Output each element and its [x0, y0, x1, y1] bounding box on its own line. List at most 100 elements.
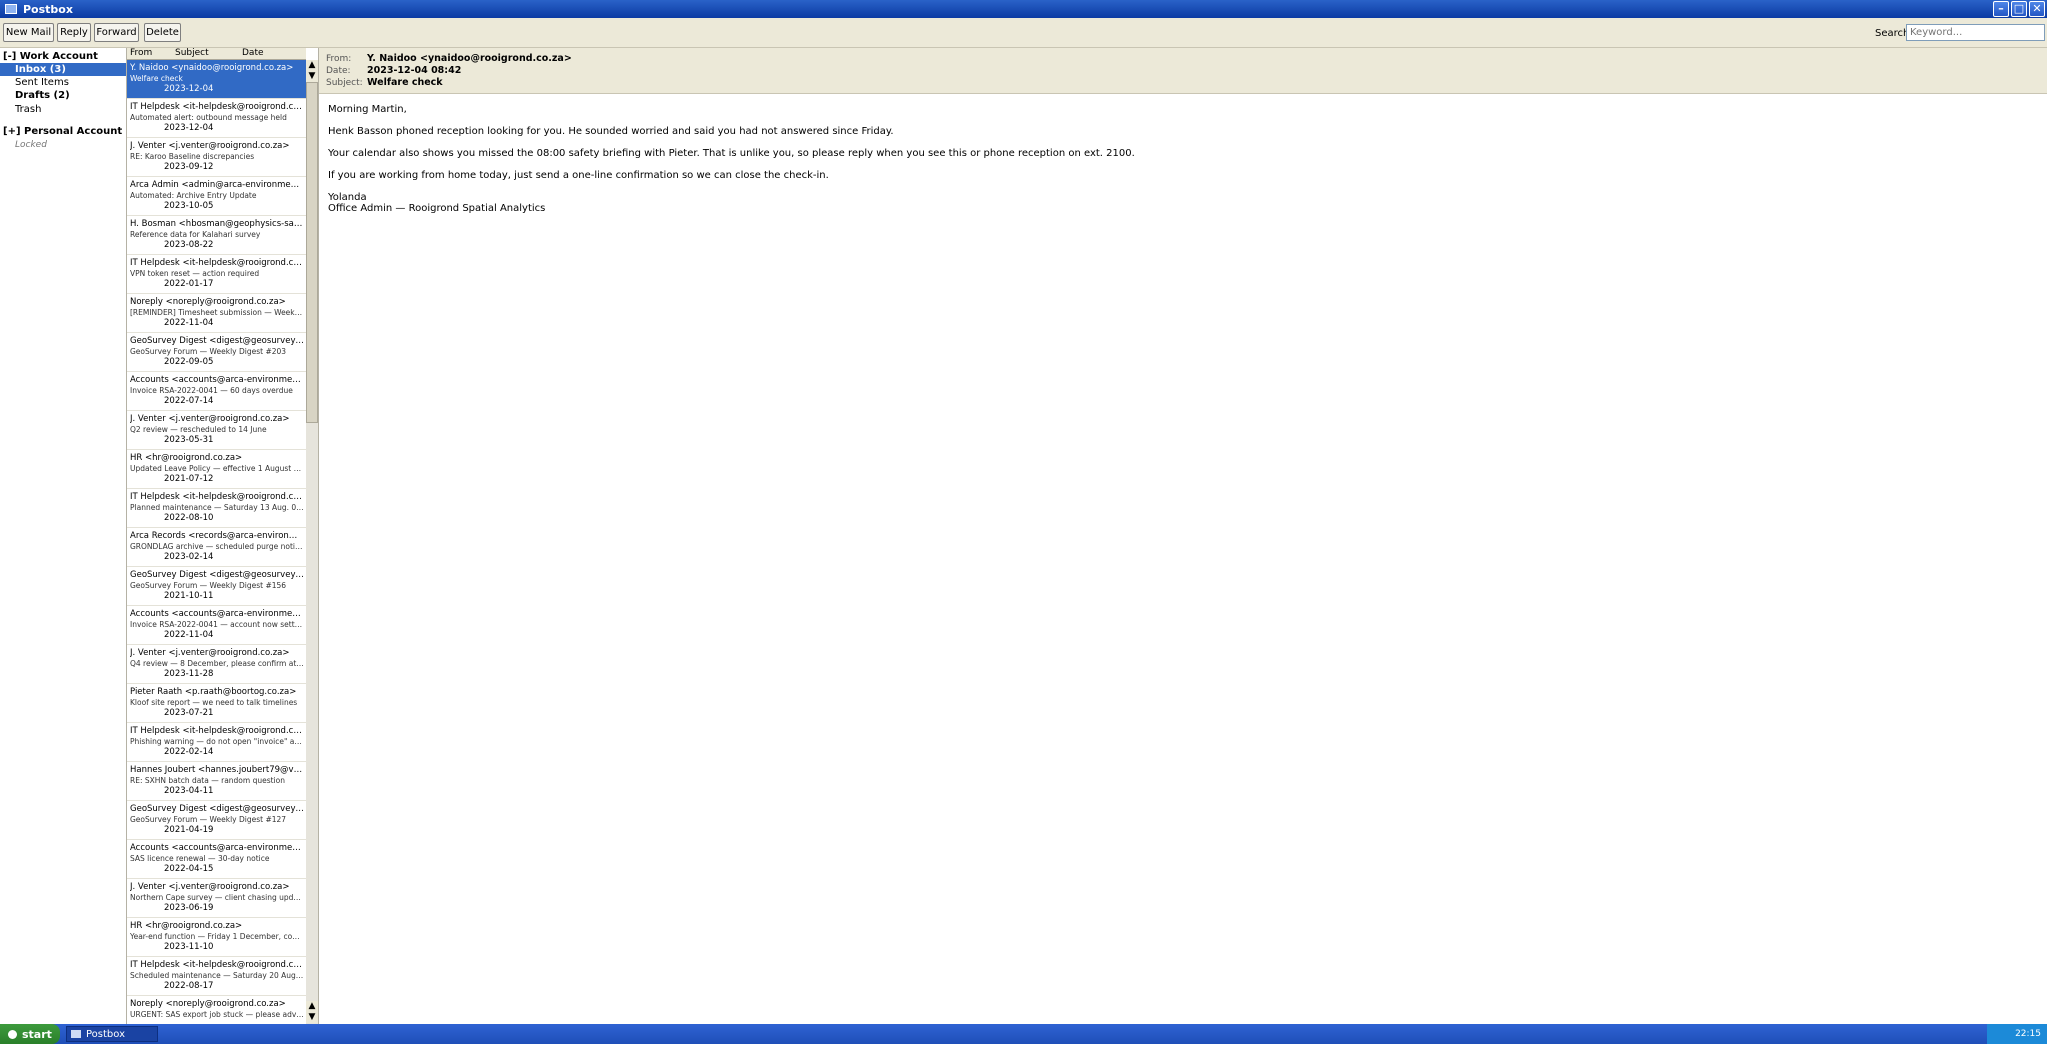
message-row[interactable]: IT Helpdesk <it-helpdesk@rooigrond.co.za…	[127, 957, 306, 996]
message-from: Noreply <noreply@rooigrond.co.za>	[130, 999, 286, 1009]
message-subject: Welfare check	[130, 74, 183, 83]
expand-toggle[interactable]: [+]	[3, 126, 21, 137]
message-from: IT Helpdesk <it-helpdesk@rooigrond.co.za…	[130, 960, 304, 970]
column-date[interactable]: Date	[242, 48, 264, 59]
account-personal[interactable]: [+] Personal Account	[3, 126, 122, 137]
message-row[interactable]: HR <hr@rooigrond.co.za> Updated Leave Pol…	[127, 450, 306, 489]
folder-inbox[interactable]: Inbox (3)	[0, 63, 126, 76]
message-row[interactable]: Noreply <noreply@rooigrond.co.za> [REMIND…	[127, 294, 306, 333]
message-subject: GeoSurvey Forum — Weekly Digest #127	[130, 815, 287, 824]
date-label: Date:	[326, 66, 351, 76]
message-row[interactable]: GeoSurvey Digest <digest@geosurvey-forum…	[127, 333, 306, 372]
message-row[interactable]: Noreply <noreply@rooigrond.co.za> URGENT:…	[127, 996, 306, 1024]
message-row[interactable]: J. Venter <j.venter@rooigrond.co.za> RE: …	[127, 138, 306, 177]
close-icon[interactable]: ✕	[2029, 1, 2045, 17]
folder-sent-items[interactable]: Sent Items	[13, 76, 71, 89]
mail-icon	[5, 4, 17, 14]
message-row[interactable]: Accounts <accounts@arca-environmental.co…	[127, 372, 306, 411]
message-date: 2023-02-14	[164, 552, 214, 562]
scrollbar[interactable]: ▲ ▼ ▲ ▼	[306, 60, 318, 1024]
message-date: 2023-12-04	[164, 123, 214, 133]
message-from: GeoSurvey Digest <digest@geosurvey-forum…	[130, 570, 304, 580]
message-row[interactable]: J. Venter <j.venter@rooigrond.co.za> Q2 r…	[127, 411, 306, 450]
window-controls: – □ ✕	[1993, 1, 2045, 17]
message-from: Pieter Raath <p.raath@boortog.co.za>	[130, 687, 297, 697]
column-subject[interactable]: Subject	[175, 48, 209, 59]
folder-trash[interactable]: Trash	[13, 103, 43, 116]
message-row[interactable]: H. Bosman <hbosman@geophysics-sa.co.za>R…	[127, 216, 306, 255]
taskbar-item-postbox[interactable]: Postbox	[66, 1026, 158, 1042]
subject-value: Welfare check	[367, 77, 443, 88]
scroll-up-icon[interactable]: ▲	[306, 60, 318, 71]
message-row[interactable]: IT Helpdesk <it-helpdesk@rooigrond.co.za…	[127, 723, 306, 762]
start-label: start	[22, 1027, 52, 1041]
message-subject: Q4 review — 8 December, please confirm a…	[130, 659, 304, 668]
message-row[interactable]: J. Venter <j.venter@rooigrond.co.za> Q4 r…	[127, 645, 306, 684]
minimize-icon[interactable]: –	[1993, 1, 2009, 17]
message-from: Y. Naidoo <ynaidoo@rooigrond.co.za>	[130, 63, 294, 73]
scroll-down-icon[interactable]: ▼	[306, 71, 318, 82]
message-row[interactable]: GeoSurvey Digest <digest@geosurvey-forum…	[127, 567, 306, 606]
message-row[interactable]: Arca Records <records@arca-environmental…	[127, 528, 306, 567]
message-row[interactable]: IT Helpdesk <it-helpdesk@rooigrond.co.za…	[127, 489, 306, 528]
message-row[interactable]: Hannes Joubert <hannes.joubert79@veldmai…	[127, 762, 306, 801]
scroll-down-icon[interactable]: ▼	[306, 1012, 318, 1023]
message-date: 2022-04-15	[164, 864, 214, 874]
message-date: 2023-04-11	[164, 786, 214, 796]
body-paragraph: Henk Basson phoned reception looking for…	[328, 126, 894, 137]
message-subject: Updated Leave Policy — effective 1 Augus…	[130, 464, 304, 473]
message-date: 2022-11-04	[164, 630, 214, 640]
message-row[interactable]: IT Helpdesk <it-helpdesk@rooigrond.co.za…	[127, 99, 306, 138]
message-subject: Automated alert: outbound message held	[130, 113, 287, 122]
message-from: IT Helpdesk <it-helpdesk@rooigrond.co.za…	[130, 258, 304, 268]
windows-logo-icon	[8, 1029, 17, 1039]
start-button[interactable]: start	[0, 1024, 60, 1044]
maximize-icon[interactable]: □	[2011, 1, 2027, 17]
message-subject: Scheduled maintenance — Saturday 20 Aug.…	[130, 971, 304, 980]
message-subject: Automated: Archive Entry Update	[130, 191, 257, 200]
system-tray: 22:15	[1987, 1024, 2047, 1044]
collapse-toggle[interactable]: [-]	[3, 51, 16, 62]
message-date: 2022-07-14	[164, 396, 214, 406]
message-row[interactable]: Pieter Raath <p.raath@boortog.co.za> Kloo…	[127, 684, 306, 723]
reply-button[interactable]: Reply	[57, 23, 91, 42]
search-input[interactable]	[1906, 24, 2045, 41]
account-work[interactable]: [-] Work Account	[3, 51, 98, 62]
window-title: Postbox	[23, 2, 73, 16]
message-row[interactable]: GeoSurvey Digest <digest@geosurvey-forum…	[127, 801, 306, 840]
delete-button[interactable]: Delete	[144, 23, 181, 42]
scroll-thumb[interactable]	[306, 82, 318, 423]
message-subject: Phishing warning — do not open "invoice"…	[130, 737, 304, 746]
new-mail-button[interactable]: New Mail	[3, 23, 54, 42]
message-from: Noreply <noreply@rooigrond.co.za>	[130, 297, 286, 307]
message-subject: GRONDLAG archive — scheduled purge notif…	[130, 542, 304, 551]
message-row[interactable]: Accounts <accounts@arca-environmental.co…	[127, 840, 306, 879]
message-date: 2023-11-10	[164, 942, 214, 952]
forward-button[interactable]: Forward	[94, 23, 139, 42]
message-row[interactable]: HR <hr@rooigrond.co.za> Year-end function…	[127, 918, 306, 957]
message-from: J. Venter <j.venter@rooigrond.co.za>	[130, 882, 290, 892]
message-row[interactable]: J. Venter <j.venter@rooigrond.co.za> Nort…	[127, 879, 306, 918]
message-row[interactable]: Y. Naidoo <ynaidoo@rooigrond.co.za> Welfa…	[127, 60, 306, 99]
scroll-up-icon[interactable]: ▲	[306, 1001, 318, 1012]
column-from[interactable]: From	[130, 48, 152, 59]
message-from: J. Venter <j.venter@rooigrond.co.za>	[130, 414, 290, 424]
preview-pane: From: Y. Naidoo <ynaidoo@rooigrond.co.za…	[319, 48, 2047, 1024]
locked-status: Locked	[15, 140, 47, 150]
message-subject: GeoSurvey Forum — Weekly Digest #156	[130, 581, 287, 590]
signature-title: Office Admin — Rooigrond Spatial Analyti…	[328, 203, 546, 214]
folder-pane: [-] Work Account Inbox (3) Sent Items Dr…	[0, 48, 127, 1024]
message-subject: Planned maintenance — Saturday 13 Aug. 0…	[130, 503, 304, 512]
body-paragraph: Morning Martin,	[328, 104, 407, 115]
message-row[interactable]: Arca Admin <admin@arca-environmental.co.…	[127, 177, 306, 216]
toolbar: New Mail Reply Forward Delete Search:	[0, 18, 2047, 48]
message-body: Morning Martin, Henk Basson phoned recep…	[328, 104, 1135, 214]
folder-drafts[interactable]: Drafts (2)	[13, 89, 72, 102]
clock: 22:15	[2015, 1029, 2041, 1039]
message-from: GeoSurvey Digest <digest@geosurvey-forum…	[130, 336, 304, 346]
message-date: 2022-09-05	[164, 357, 214, 367]
message-date: 2022-02-14	[164, 747, 214, 757]
message-subject: Invoice RSA-2022-0041 — 60 days overdue	[130, 386, 293, 395]
message-row[interactable]: IT Helpdesk <it-helpdesk@rooigrond.co.za…	[127, 255, 306, 294]
message-row[interactable]: Accounts <accounts@arca-environmental.co…	[127, 606, 306, 645]
